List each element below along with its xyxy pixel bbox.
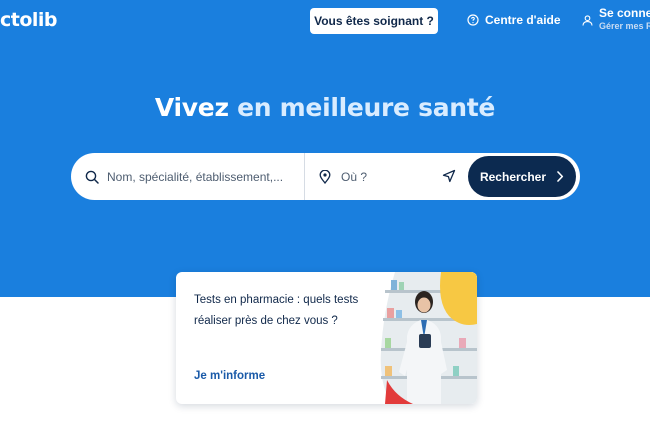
question-circle-icon: [467, 14, 479, 26]
search-bar: Rechercher: [71, 153, 580, 200]
headline-part1: Vivez: [154, 93, 238, 122]
user-icon: [582, 15, 593, 26]
hero-banner: [0, 0, 650, 297]
account-menu[interactable]: Se connec Gérer mes R: [582, 6, 650, 31]
help-center-link[interactable]: Centre d'aide: [467, 13, 561, 27]
location-field[interactable]: [319, 153, 459, 200]
card-text: Tests en pharmacie : quels tests réalise…: [194, 294, 359, 327]
location-pin-icon: [319, 169, 331, 184]
search-divider: [304, 153, 305, 200]
name-search-input[interactable]: [107, 169, 303, 184]
doctolib-logo[interactable]: ctolib: [0, 9, 58, 31]
name-search-field[interactable]: [85, 153, 303, 200]
pharmacy-tests-card[interactable]: Tests en pharmacie : quels tests réalise…: [176, 272, 477, 404]
login-label: Se connec: [599, 6, 650, 20]
manage-appointments-label: Gérer mes R: [599, 21, 650, 31]
search-button-label: Rechercher: [479, 169, 547, 184]
help-label: Centre d'aide: [485, 13, 561, 27]
pro-button[interactable]: Vous êtes soignant ?: [310, 8, 438, 34]
headline-part2: en meilleure santé: [237, 93, 496, 122]
page-title: Vivez en meilleure santé: [0, 93, 650, 122]
chevron-right-icon: [557, 171, 564, 182]
search-icon: [85, 170, 99, 184]
pharmacist-illustration: [377, 272, 477, 404]
geolocation-icon[interactable]: [442, 169, 456, 183]
search-button[interactable]: Rechercher: [468, 156, 576, 197]
learn-more-link[interactable]: Je m'informe: [194, 370, 265, 382]
